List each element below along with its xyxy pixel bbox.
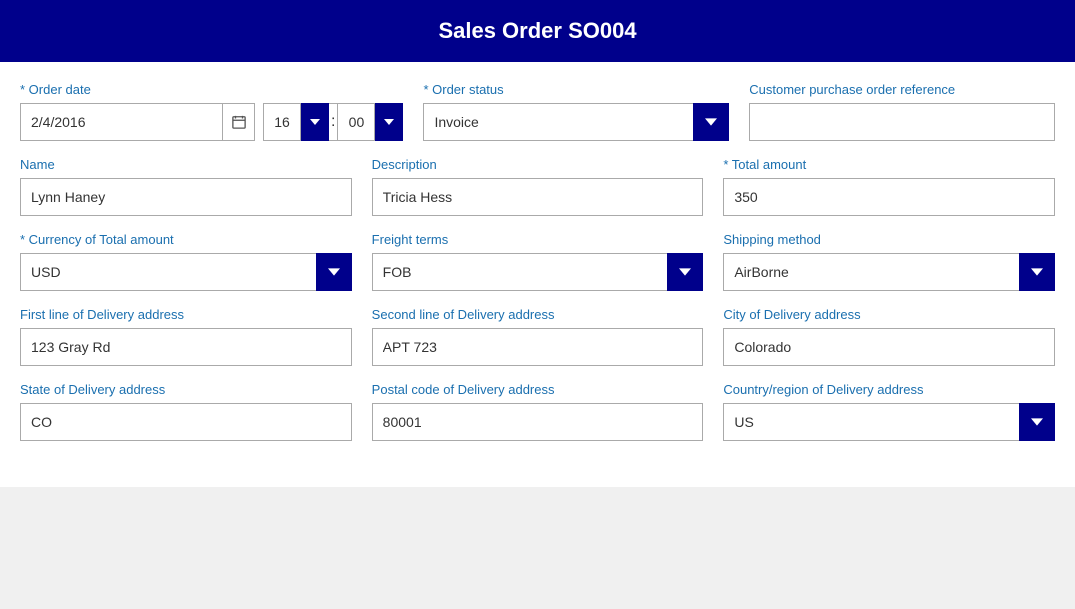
delivery-country-label: Country/region of Delivery address (723, 382, 1055, 397)
delivery-postal-label: Postal code of Delivery address (372, 382, 704, 397)
delivery-addr2-group: Second line of Delivery address (372, 307, 704, 366)
calendar-icon-button[interactable] (223, 103, 255, 141)
order-status-group: Order status Invoice Draft Confirmed Shi… (423, 82, 729, 141)
delivery-addr1-group: First line of Delivery address (20, 307, 352, 366)
chevron-down-icon (328, 266, 340, 278)
delivery-country-group: Country/region of Delivery address US CA… (723, 382, 1055, 441)
minute-input[interactable] (337, 103, 375, 141)
shipping-method-label: Shipping method (723, 232, 1055, 247)
currency-label: Currency of Total amount (20, 232, 352, 247)
customer-po-ref-label: Customer purchase order reference (749, 82, 1055, 97)
chevron-down-icon (1031, 266, 1043, 278)
delivery-city-label: City of Delivery address (723, 307, 1055, 322)
currency-select-wrapper: USD EUR GBP (20, 253, 352, 291)
delivery-city-group: City of Delivery address (723, 307, 1055, 366)
description-label: Description (372, 157, 704, 172)
freight-terms-label: Freight terms (372, 232, 704, 247)
name-group: Name (20, 157, 352, 216)
freight-terms-group: Freight terms FOB CIF EXW (372, 232, 704, 291)
description-group: Description (372, 157, 704, 216)
currency-select[interactable]: USD EUR GBP (20, 253, 316, 291)
chevron-down-icon (705, 116, 717, 128)
chevron-down-icon (310, 119, 320, 125)
delivery-postal-group: Postal code of Delivery address (372, 382, 704, 441)
page-title: Sales Order SO004 (0, 0, 1075, 62)
time-separator: : (329, 103, 337, 141)
delivery-country-dropdown-icon[interactable] (1019, 403, 1055, 441)
hour-input[interactable] (263, 103, 301, 141)
delivery-state-label: State of Delivery address (20, 382, 352, 397)
total-amount-group: Total amount (723, 157, 1055, 216)
description-input[interactable] (372, 178, 704, 216)
delivery-addr2-label: Second line of Delivery address (372, 307, 704, 322)
name-label: Name (20, 157, 352, 172)
customer-po-ref-group: Customer purchase order reference (749, 82, 1055, 141)
freight-terms-select[interactable]: FOB CIF EXW (372, 253, 668, 291)
order-status-dropdown-icon[interactable] (693, 103, 729, 141)
total-amount-input[interactable] (723, 178, 1055, 216)
name-input[interactable] (20, 178, 352, 216)
minute-down-button[interactable] (375, 103, 403, 141)
hour-part (263, 103, 329, 141)
order-date-label: Order date (20, 82, 403, 97)
time-group: : (263, 103, 403, 141)
delivery-addr2-input[interactable] (372, 328, 704, 366)
shipping-method-group: Shipping method AirBorne Ground Sea (723, 232, 1055, 291)
delivery-addr1-label: First line of Delivery address (20, 307, 352, 322)
delivery-country-select-wrapper: US CA GB AU (723, 403, 1055, 441)
order-date-input[interactable] (20, 103, 223, 141)
customer-po-ref-input[interactable] (749, 103, 1055, 141)
delivery-addr1-input[interactable] (20, 328, 352, 366)
chevron-down-icon (679, 266, 691, 278)
shipping-method-select[interactable]: AirBorne Ground Sea (723, 253, 1019, 291)
minute-part (337, 103, 403, 141)
shipping-method-select-wrapper: AirBorne Ground Sea (723, 253, 1055, 291)
order-status-label: Order status (423, 82, 729, 97)
calendar-icon (232, 115, 246, 129)
order-status-select[interactable]: Invoice Draft Confirmed Shipped (423, 103, 693, 141)
freight-terms-dropdown-icon[interactable] (667, 253, 703, 291)
total-amount-label: Total amount (723, 157, 1055, 172)
order-date-group: Order date (20, 82, 403, 141)
delivery-country-select[interactable]: US CA GB AU (723, 403, 1019, 441)
order-date-input-group: : (20, 103, 403, 141)
chevron-down-icon (384, 119, 394, 125)
delivery-city-input[interactable] (723, 328, 1055, 366)
currency-group: Currency of Total amount USD EUR GBP (20, 232, 352, 291)
order-status-select-wrapper: Invoice Draft Confirmed Shipped (423, 103, 729, 141)
currency-dropdown-icon[interactable] (316, 253, 352, 291)
shipping-method-dropdown-icon[interactable] (1019, 253, 1055, 291)
chevron-down-icon (1031, 416, 1043, 428)
delivery-state-input[interactable] (20, 403, 352, 441)
freight-terms-select-wrapper: FOB CIF EXW (372, 253, 704, 291)
delivery-postal-input[interactable] (372, 403, 704, 441)
delivery-state-group: State of Delivery address (20, 382, 352, 441)
hour-down-button[interactable] (301, 103, 329, 141)
